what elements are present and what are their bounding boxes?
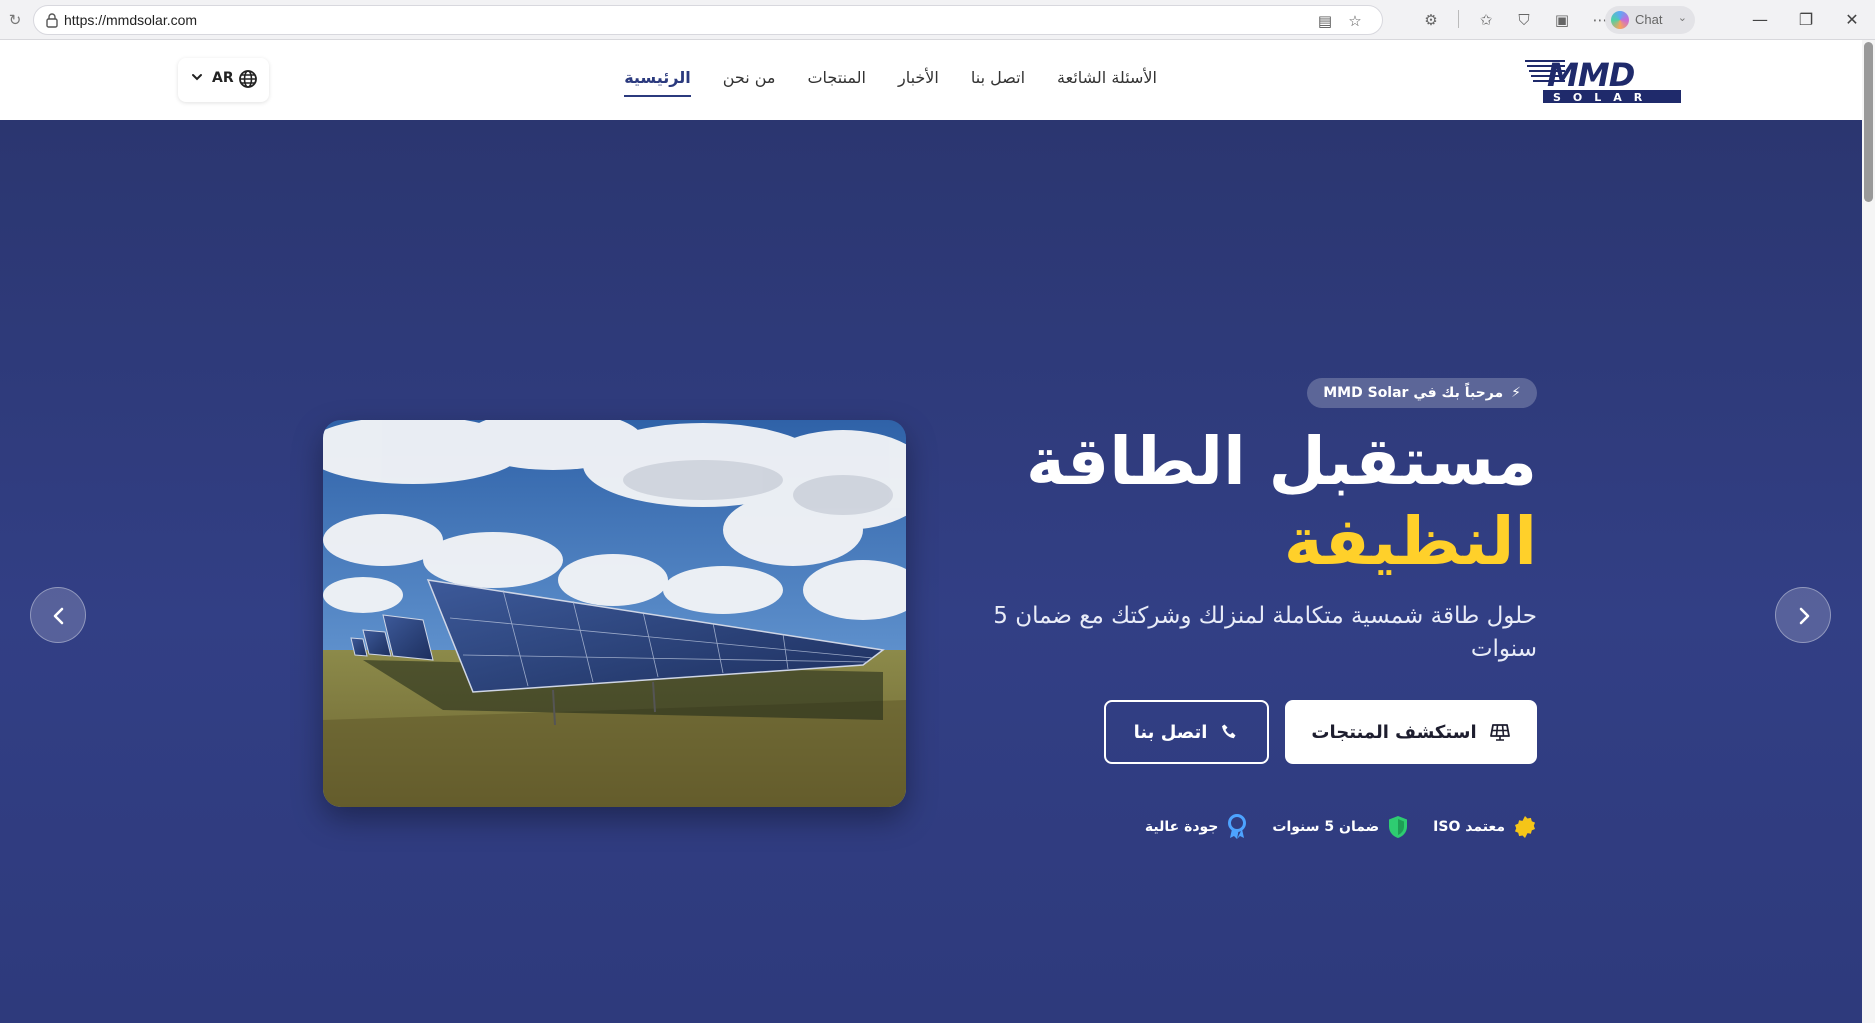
phone-icon bbox=[1222, 724, 1236, 739]
slider-prev-button[interactable] bbox=[30, 587, 86, 643]
badge-quality-label: جودة عالية bbox=[1144, 819, 1219, 835]
contact-us-label: اتصل بنا bbox=[1133, 721, 1208, 743]
url-text: https://mmdsolar.com bbox=[64, 12, 198, 28]
badge-iso: معتمد ISO bbox=[1433, 814, 1537, 840]
copilot-logo-icon bbox=[1611, 11, 1629, 29]
collections-icon[interactable]: ▣ bbox=[1551, 10, 1573, 30]
award-icon bbox=[1228, 814, 1247, 839]
slider-next-button[interactable] bbox=[1775, 587, 1831, 643]
welcome-text: مرحباً بك في MMD Solar bbox=[1323, 385, 1504, 401]
globe-icon bbox=[239, 70, 257, 88]
reader-mode-icon[interactable]: ▤ bbox=[1316, 12, 1334, 30]
chevron-down-icon: ⌄ bbox=[1677, 11, 1687, 24]
copilot-chat-button[interactable]: Chat ⌄ bbox=[1605, 6, 1695, 34]
hero-subtitle: حلول طاقة شمسية متكاملة لمنزلك وشركتك مع… bbox=[993, 603, 1537, 662]
chat-label: Chat bbox=[1635, 12, 1663, 27]
solar-panels-image bbox=[323, 420, 906, 807]
svg-text:MMD: MMD bbox=[1547, 56, 1635, 94]
nav-about[interactable]: من نحن bbox=[723, 68, 776, 87]
browser-toolbar: ↻ https://mmdsolar.com ▤ ☆ ⚙ ✩ ⛉ ▣ ⋯ Cha… bbox=[0, 0, 1875, 40]
close-icon[interactable]: ✕ bbox=[1829, 0, 1875, 40]
badge-iso-label: معتمد ISO bbox=[1433, 819, 1505, 835]
minimize-icon[interactable]: — bbox=[1737, 0, 1783, 40]
scrollbar-thumb[interactable] bbox=[1864, 42, 1873, 202]
nav-home[interactable]: الرئيسية bbox=[624, 68, 691, 97]
solar-field-illustration bbox=[323, 420, 906, 807]
svg-text:SOLAR: SOLAR bbox=[1553, 91, 1654, 104]
hero-title-line1: مستقبل الطاقة bbox=[1025, 423, 1537, 500]
reload-icon[interactable]: ↻ bbox=[5, 10, 25, 30]
nav-faq[interactable]: الأسئلة الشائعة bbox=[1057, 68, 1157, 87]
toolbar-divider bbox=[1458, 10, 1459, 28]
chevron-left-icon bbox=[53, 607, 64, 625]
lightning-icon: ⚡ bbox=[1511, 385, 1521, 401]
chevron-right-icon bbox=[1799, 607, 1810, 625]
language-selector[interactable]: AR bbox=[178, 58, 269, 102]
site-header: MMD SOLAR الرئيسية من نحن المنتجات الأخب… bbox=[0, 40, 1862, 120]
contact-us-button[interactable]: اتصل بنا bbox=[1104, 700, 1269, 764]
nav-contact[interactable]: اتصل بنا bbox=[971, 68, 1025, 87]
lock-icon bbox=[46, 13, 58, 28]
chevron-down-icon bbox=[192, 74, 202, 81]
hero-title-accent: النظيفة bbox=[1283, 503, 1537, 580]
page-scrollbar[interactable] bbox=[1862, 40, 1875, 1023]
solar-panel-icon bbox=[1489, 724, 1510, 741]
shield-icon bbox=[1389, 816, 1408, 838]
badge-quality: جودة عالية bbox=[1145, 814, 1248, 840]
explore-products-label: استكشف المنتجات bbox=[1311, 721, 1477, 743]
badge-warranty: ضمان 5 سنوات bbox=[1272, 814, 1409, 840]
explore-products-button[interactable]: استكشف المنتجات bbox=[1285, 700, 1537, 764]
restore-icon[interactable]: ❐ bbox=[1783, 0, 1829, 40]
nav-products[interactable]: المنتجات bbox=[807, 68, 866, 87]
hero-content: ⚡ مرحباً بك في MMD Solar مستقبل الطاقة ال… bbox=[977, 378, 1537, 840]
extensions-icon[interactable]: ⚙ bbox=[1420, 10, 1442, 30]
nav-news[interactable]: الأخبار bbox=[898, 68, 939, 87]
address-bar[interactable]: https://mmdsolar.com ▤ ☆ bbox=[33, 5, 1383, 35]
welcome-badge: ⚡ مرحباً بك في MMD Solar bbox=[1307, 378, 1537, 408]
browser-essentials-icon[interactable]: ⛉ bbox=[1513, 10, 1535, 30]
hero-title: مستقبل الطاقة النظيفة bbox=[977, 422, 1537, 582]
trust-badges: معتمد ISO ضمان 5 سنوات جودة عالية bbox=[977, 814, 1537, 840]
main-nav: الرئيسية من نحن المنتجات الأخبار اتصل بن… bbox=[624, 68, 1157, 97]
favorite-star-icon[interactable]: ☆ bbox=[1346, 12, 1364, 30]
certificate-icon bbox=[1515, 816, 1535, 838]
badge-warranty-label: ضمان 5 سنوات bbox=[1272, 819, 1380, 835]
language-code: AR bbox=[212, 70, 234, 86]
mmd-solar-logo[interactable]: MMD SOLAR bbox=[1525, 52, 1685, 108]
hero-section: ⚡ مرحباً بك في MMD Solar مستقبل الطاقة ال… bbox=[0, 120, 1862, 1023]
favorites-icon[interactable]: ✩ bbox=[1475, 10, 1497, 30]
